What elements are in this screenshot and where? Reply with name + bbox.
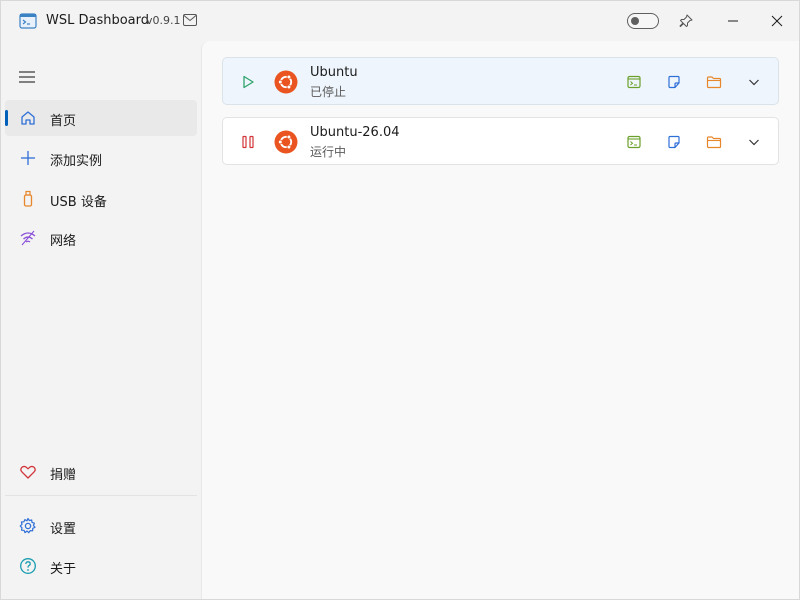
open-terminal-button[interactable] (624, 72, 644, 92)
sidebar-item-add-instance[interactable]: 添加实例 (5, 140, 197, 176)
sidebar-divider (5, 495, 197, 496)
open-vscode-button[interactable] (664, 132, 684, 152)
home-icon (21, 111, 35, 125)
ubuntu-logo-icon (274, 130, 298, 154)
pause-icon (242, 135, 254, 149)
instance-card[interactable]: Ubuntu-26.04 运行中 (222, 117, 779, 165)
active-indicator (5, 110, 8, 126)
close-button[interactable] (755, 1, 799, 41)
help-icon (20, 558, 36, 574)
open-terminal-button[interactable] (624, 132, 644, 152)
sidebar-item-usb[interactable]: USB 设备 (5, 181, 197, 217)
sidebar-item-about[interactable]: 关于 (5, 548, 197, 584)
title-bar: WSL Dashboard v0.9.1 (1, 1, 799, 41)
minimize-button[interactable] (711, 1, 755, 41)
folder-icon (706, 76, 722, 89)
sidebar-item-label: USB 设备 (50, 195, 107, 210)
open-folder-button[interactable] (704, 72, 724, 92)
instance-name: Ubuntu-26.04 (310, 125, 400, 140)
minimize-icon (728, 20, 738, 22)
sidebar-item-label: 添加实例 (50, 154, 103, 169)
open-vscode-button[interactable] (664, 72, 684, 92)
stop-button[interactable] (238, 132, 258, 152)
start-button[interactable] (238, 72, 258, 92)
expand-button[interactable] (744, 72, 764, 92)
mail-icon[interactable] (183, 14, 197, 26)
play-icon (243, 75, 254, 89)
hamburger-menu-icon[interactable] (18, 70, 36, 84)
sidebar-item-label: 网络 (50, 234, 77, 249)
pin-icon (679, 14, 693, 27)
sidebar-item-settings[interactable]: 设置 (5, 508, 197, 544)
sidebar-item-home[interactable]: 首页 (5, 100, 197, 136)
instance-status: 已停止 (310, 85, 347, 99)
theme-toggle[interactable] (627, 13, 659, 29)
app-icon (19, 13, 37, 29)
chevron-down-icon (749, 79, 759, 86)
sidebar-item-label: 设置 (50, 522, 77, 537)
chevron-down-icon (749, 139, 759, 146)
plus-icon (21, 151, 35, 165)
sidebar-item-network[interactable]: 网络 (5, 220, 197, 256)
expand-button[interactable] (744, 132, 764, 152)
open-folder-button[interactable] (704, 132, 724, 152)
sidebar-item-label: 首页 (50, 114, 77, 129)
sidebar: 首页 添加实例 USB 设备 网络 捐赠 设置 关于 (1, 41, 201, 599)
ubuntu-logo-icon (274, 70, 298, 94)
main-content: Ubuntu 已停止 Ubuntu-26.04 运行中 (201, 41, 799, 599)
instance-name: Ubuntu (310, 65, 358, 80)
usb-icon (23, 190, 33, 207)
note-icon (668, 75, 680, 89)
instance-card[interactable]: Ubuntu 已停止 (222, 57, 779, 105)
terminal-icon (627, 135, 641, 149)
heart-icon (20, 465, 36, 479)
folder-icon (706, 136, 722, 149)
note-icon (668, 135, 680, 149)
terminal-icon (627, 75, 641, 89)
app-version: v0.9.1 (146, 14, 181, 27)
app-window: WSL Dashboard v0.9.1 首页 添加实例 USB 设备 网络 捐… (0, 0, 800, 600)
network-icon (20, 230, 36, 246)
sidebar-item-donate[interactable]: 捐赠 (5, 454, 197, 490)
app-title: WSL Dashboard (46, 13, 150, 28)
toggle-knob (631, 17, 639, 25)
sidebar-item-label: 捐赠 (50, 468, 77, 483)
instance-status: 运行中 (310, 145, 347, 159)
sidebar-item-label: 关于 (50, 562, 77, 577)
pin-button[interactable] (664, 1, 708, 41)
close-icon (771, 15, 783, 27)
gear-icon (19, 517, 36, 534)
